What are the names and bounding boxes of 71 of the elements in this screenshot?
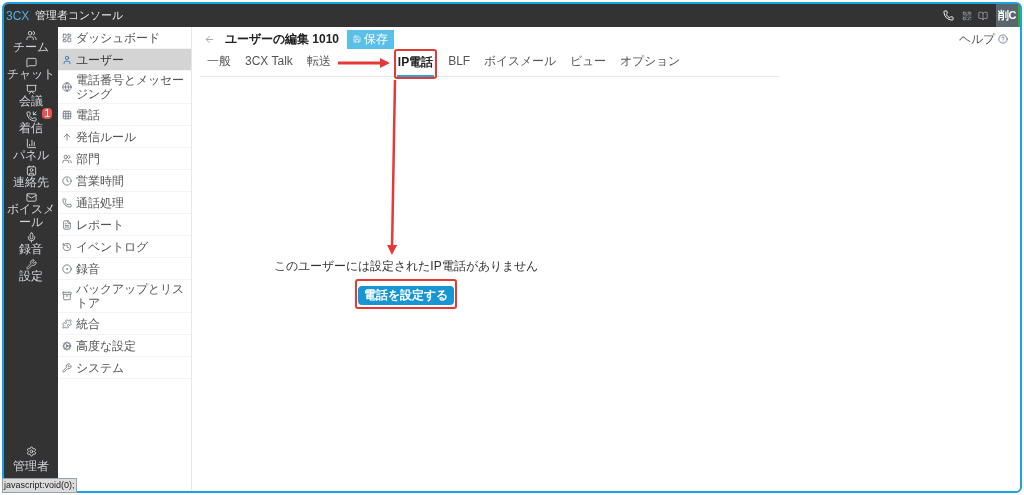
rail-item[interactable]: ボイスメール bbox=[4, 192, 58, 229]
logo: 3CX bbox=[6, 7, 30, 25]
rail-item[interactable]: 設定 bbox=[4, 259, 58, 283]
sidebar-item[interactable]: 通話処理 bbox=[58, 192, 191, 214]
history-icon bbox=[62, 241, 72, 252]
rail-item[interactable]: 管理者 bbox=[4, 446, 58, 475]
wrench-icon bbox=[25, 259, 37, 270]
dashboard-icon bbox=[62, 32, 72, 43]
tab[interactable]: オプション bbox=[619, 50, 682, 76]
phone-icon[interactable] bbox=[943, 10, 954, 21]
sidebar-item[interactable]: 発信ルール bbox=[58, 126, 191, 148]
sidebar-item[interactable]: システム bbox=[58, 357, 191, 379]
envelope-icon bbox=[25, 192, 37, 203]
gear-icon bbox=[62, 340, 72, 351]
sidebar-item[interactable]: 電話番号とメッセージング bbox=[58, 71, 191, 104]
record-icon bbox=[62, 263, 72, 274]
bar-chart-icon bbox=[25, 138, 37, 149]
presentation-icon bbox=[25, 84, 37, 95]
sidebar-item[interactable]: バックアップとリストア bbox=[58, 280, 191, 313]
rail-item[interactable]: 連絡先 bbox=[4, 165, 58, 189]
archive-icon bbox=[62, 291, 72, 301]
user-avatar[interactable]: 削C bbox=[996, 4, 1020, 27]
app-title: 管理者コンソール bbox=[35, 8, 124, 24]
rail-item[interactable]: チャット bbox=[4, 57, 58, 81]
sidebar-item[interactable]: 営業時間 bbox=[58, 170, 191, 192]
rail-item[interactable]: 会議 bbox=[4, 84, 58, 108]
rail-item[interactable]: 着信 1 bbox=[4, 111, 58, 135]
sidebar-item[interactable]: 録音 bbox=[58, 258, 191, 280]
chat-bubbles-icon bbox=[25, 57, 37, 68]
count-badge: 1 bbox=[42, 108, 52, 119]
rail-item[interactable]: チーム bbox=[4, 30, 58, 54]
sidebar-item[interactable]: 統合 bbox=[58, 313, 191, 335]
tab[interactable]: 転送 bbox=[305, 50, 332, 76]
phone-icon bbox=[62, 197, 72, 208]
gear-icon bbox=[25, 446, 37, 457]
tab[interactable]: ボイスメール bbox=[483, 50, 558, 76]
tab[interactable]: IP電話 bbox=[396, 51, 435, 77]
empty-message: このユーザーには設定されたIP電話がありません bbox=[274, 258, 538, 275]
people-icon bbox=[25, 30, 37, 41]
microphone-icon bbox=[25, 232, 37, 243]
globe-icon bbox=[62, 82, 72, 92]
tab[interactable]: BLF bbox=[447, 50, 472, 76]
incoming-call-icon bbox=[25, 111, 37, 122]
clock-icon bbox=[62, 175, 72, 186]
wrench-icon bbox=[62, 362, 72, 373]
user-icon bbox=[62, 54, 72, 65]
sidebar-item[interactable]: レポート bbox=[58, 214, 191, 236]
help-link[interactable]: ヘルプ bbox=[959, 30, 995, 48]
report-icon bbox=[62, 219, 72, 230]
tab[interactable]: ビュー bbox=[569, 50, 608, 76]
tab[interactable]: 3CX Talk bbox=[244, 50, 294, 76]
arrow-annotation bbox=[337, 58, 390, 68]
sidebar-item[interactable]: イベントログ bbox=[58, 236, 191, 258]
sidebar-item[interactable]: ユーザー bbox=[58, 49, 191, 71]
rail-item[interactable]: パネル bbox=[4, 138, 58, 162]
sidebar-item[interactable]: 部門 bbox=[58, 148, 191, 170]
save-icon bbox=[353, 35, 362, 43]
grid-icon bbox=[62, 109, 72, 120]
back-arrow-icon[interactable] bbox=[204, 33, 215, 45]
sidebar-item[interactable]: 電話 bbox=[58, 104, 191, 126]
page-title: ユーザーの編集 1010 bbox=[225, 31, 340, 48]
book-icon[interactable] bbox=[978, 10, 988, 21]
help-icon[interactable] bbox=[998, 34, 1008, 44]
arrow-up-icon bbox=[62, 131, 72, 142]
tab[interactable]: 一般 bbox=[206, 50, 232, 76]
puzzle-icon bbox=[62, 318, 72, 329]
rail-item[interactable]: 録音 bbox=[4, 232, 58, 256]
sidebar-item[interactable]: 高度な設定 bbox=[58, 335, 191, 357]
contact-card-icon bbox=[25, 165, 37, 176]
people-icon bbox=[62, 153, 72, 164]
qr-code-icon[interactable] bbox=[962, 10, 972, 21]
